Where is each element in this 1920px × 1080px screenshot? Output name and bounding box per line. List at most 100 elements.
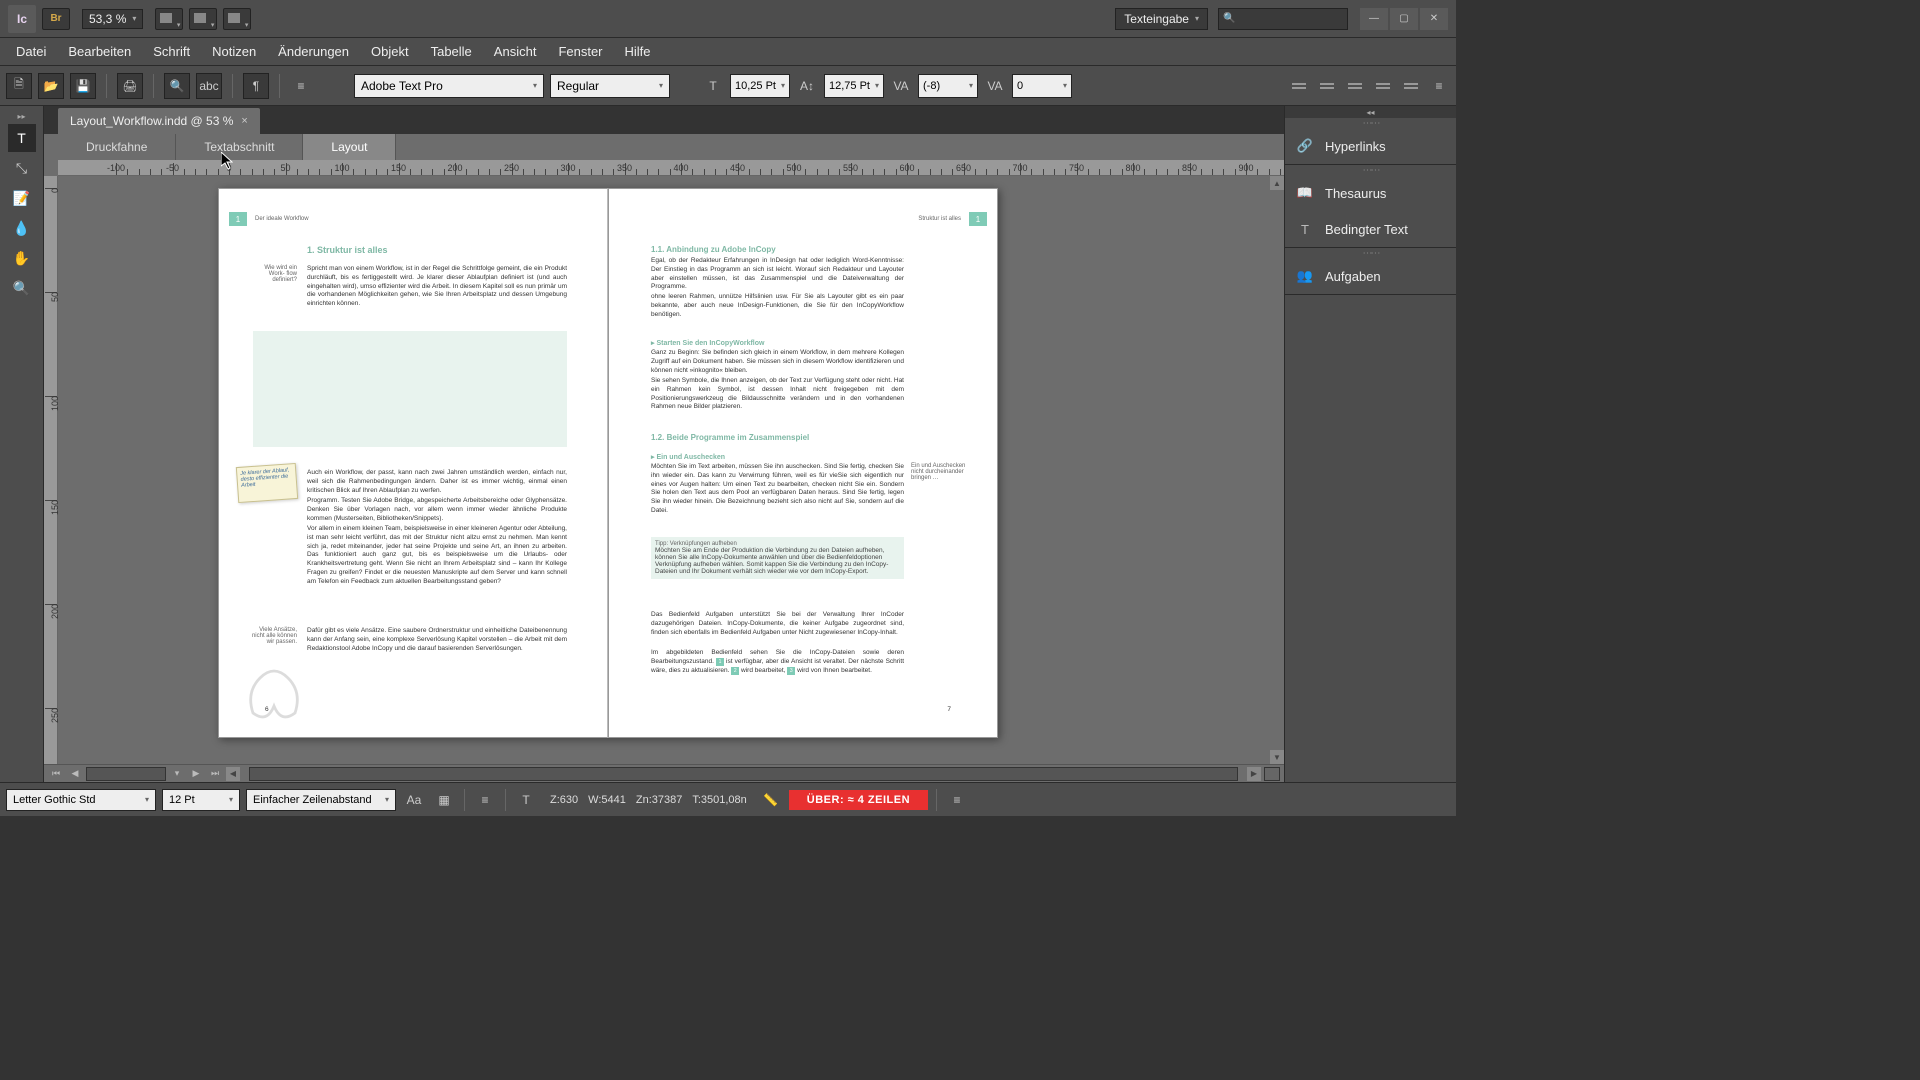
- horizontal-ruler[interactable]: -100-50050100150200250300350400450500550…: [58, 160, 1284, 176]
- open-button[interactable]: 📂: [38, 73, 64, 99]
- menu-objekt[interactable]: Objekt: [361, 40, 419, 63]
- menu-fenster[interactable]: Fenster: [548, 40, 612, 63]
- align-center-button[interactable]: [1316, 75, 1338, 97]
- viewtab-druckfahne[interactable]: Druckfahne: [58, 134, 176, 160]
- panel-menu-icon[interactable]: ≡: [290, 75, 312, 97]
- right-para-3[interactable]: Möchten Sie im Text arbeiten, müssen Sie…: [651, 463, 904, 516]
- menu-hilfe[interactable]: Hilfe: [615, 40, 661, 63]
- menu-bearbeiten[interactable]: Bearbeiten: [58, 40, 141, 63]
- zoom-level-select[interactable]: 53,3 %: [82, 9, 143, 29]
- window-minimize-button[interactable]: —: [1360, 8, 1388, 30]
- menu-datei[interactable]: Datei: [6, 40, 56, 63]
- hand-tool[interactable]: ✋: [8, 244, 36, 272]
- vertical-ruler[interactable]: 050100150200250: [44, 176, 58, 764]
- vscroll-down-button[interactable]: ▼: [1270, 750, 1284, 764]
- window-close-button[interactable]: ✕: [1420, 8, 1448, 30]
- left-para-2[interactable]: Auch ein Workflow, der passt, kann nach …: [307, 469, 567, 495]
- status-menu-icon[interactable]: ≡: [945, 789, 969, 811]
- anti-alias-icon[interactable]: Aa: [402, 789, 426, 811]
- sticky-note[interactable]: Je klarer der Ablauf, desto effizienter …: [236, 463, 298, 503]
- right-para-1[interactable]: Egal, ob der Redakteur Erfahrungen in In…: [651, 257, 904, 292]
- panel-aufgaben[interactable]: 👥 Aufgaben: [1285, 258, 1456, 294]
- left-para-5[interactable]: Dafür gibt es viele Ansätze. Eine sauber…: [307, 627, 567, 653]
- overset-indicator[interactable]: ÜBER: ≈ 4 ZEILEN: [789, 790, 928, 810]
- viewtab-textabschnitt[interactable]: Textabschnitt: [176, 134, 303, 160]
- right-para-2b[interactable]: Sie sehen Symbole, die Ihnen anzeigen, o…: [651, 377, 904, 412]
- right-para-5[interactable]: Im abgebildeten Bedienfeld sehen Sie die…: [651, 649, 904, 675]
- hscroll-right-button[interactable]: ▶: [1247, 767, 1261, 781]
- align-justify-all-button[interactable]: [1400, 75, 1422, 97]
- eyedropper-tool[interactable]: 💧: [8, 214, 36, 242]
- right-para-4[interactable]: Das Bedienfeld Aufgaben unterstützt Sie …: [651, 611, 904, 637]
- show-hidden-chars-button[interactable]: ¶: [243, 73, 269, 99]
- font-style-select[interactable]: Regular: [550, 74, 670, 98]
- note-tool[interactable]: 📝: [8, 184, 36, 212]
- font-family-select[interactable]: Adobe Text Pro: [354, 74, 544, 98]
- menu-ansicht[interactable]: Ansicht: [484, 40, 547, 63]
- font-size-input[interactable]: 10,25 Pt: [730, 74, 790, 98]
- align-justify-button[interactable]: [1372, 75, 1394, 97]
- menu-notizen[interactable]: Notizen: [202, 40, 266, 63]
- zoom-tool[interactable]: 🔍: [8, 274, 36, 302]
- print-button[interactable]: 🖨: [117, 73, 143, 99]
- page-right[interactable]: Struktur ist alles 1 1.1. Anbindung zu A…: [608, 188, 998, 738]
- kerning-input[interactable]: (-8): [918, 74, 978, 98]
- left-para-1[interactable]: Spricht man von einem Workflow, ist in d…: [307, 265, 567, 309]
- document-tab-close-button[interactable]: ×: [241, 115, 247, 127]
- page-number-input[interactable]: [86, 767, 166, 781]
- panel-thesaurus[interactable]: 📖 Thesaurus: [1285, 175, 1456, 211]
- align-right-button[interactable]: [1344, 75, 1366, 97]
- first-page-button[interactable]: ⏮: [48, 767, 64, 781]
- status-leading-mode-select[interactable]: Einfacher Zeilenabstand: [246, 789, 396, 811]
- tools-collapse-button[interactable]: ▸▸: [0, 110, 43, 122]
- split-view-toggle[interactable]: [1264, 767, 1280, 781]
- hscroll-left-button[interactable]: ◀: [226, 767, 240, 781]
- page-dropdown-button[interactable]: ▾: [169, 767, 185, 781]
- page-left[interactable]: 1 Der ideale Workflow 1. Struktur ist al…: [218, 188, 608, 738]
- menu-aenderungen[interactable]: Änderungen: [268, 40, 359, 63]
- tracking-input[interactable]: 0: [1012, 74, 1072, 98]
- right-para-1b[interactable]: ohne leeren Rahmen, unnütze Hilfslinien …: [651, 293, 904, 319]
- panel-hyperlinks[interactable]: 🔗 Hyperlinks: [1285, 128, 1456, 164]
- horizontal-scrollbar[interactable]: [249, 767, 1238, 781]
- left-para-4[interactable]: Vor allem in einem kleinen Team, beispie…: [307, 525, 567, 586]
- save-button[interactable]: 💾: [70, 73, 96, 99]
- find-button[interactable]: 🔍: [164, 73, 190, 99]
- view-mode-button-3[interactable]: [223, 8, 251, 30]
- new-button[interactable]: 🗎: [6, 73, 32, 99]
- panel-conditional-text[interactable]: T Bedingter Text: [1285, 211, 1456, 247]
- spellcheck-button[interactable]: abc: [196, 73, 222, 99]
- document-canvas[interactable]: ▲ ▼ 1 Der ideale Workflow 1. Struktur is…: [58, 176, 1284, 764]
- prev-page-button[interactable]: ◀: [67, 767, 83, 781]
- leading-input[interactable]: 12,75 Pt: [824, 74, 884, 98]
- column-icon[interactable]: ▦: [432, 789, 456, 811]
- right-para-2[interactable]: Ganz zu Beginn: Sie befinden sich gleich…: [651, 349, 904, 375]
- menu-tabelle[interactable]: Tabelle: [421, 40, 482, 63]
- bridge-button[interactable]: Br: [42, 8, 70, 30]
- align-left-button[interactable]: [1288, 75, 1310, 97]
- left-para-3[interactable]: Programm. Testen Sie Adobe Bridge, abges…: [307, 497, 567, 523]
- view-mode-button-1[interactable]: [155, 8, 183, 30]
- position-tool[interactable]: ⤡: [8, 154, 36, 182]
- type-tool[interactable]: T: [8, 124, 36, 152]
- left-accent-box[interactable]: [253, 331, 567, 447]
- help-search-input[interactable]: [1218, 8, 1348, 30]
- dock-collapse-button[interactable]: ◂◂: [1285, 106, 1456, 118]
- panel-grip[interactable]: [1285, 248, 1456, 258]
- menu-schrift[interactable]: Schrift: [143, 40, 200, 63]
- last-page-button[interactable]: ⏭: [207, 767, 223, 781]
- view-mode-button-2[interactable]: [189, 8, 217, 30]
- panel-grip[interactable]: [1285, 165, 1456, 175]
- viewtab-layout[interactable]: Layout: [303, 134, 396, 160]
- depth-icon[interactable]: 📏: [759, 789, 783, 811]
- panel-grip[interactable]: [1285, 118, 1456, 128]
- window-maximize-button[interactable]: ▢: [1390, 8, 1418, 30]
- tip-box[interactable]: Tipp: Verknüpfungen aufheben Möchten Sie…: [651, 537, 904, 579]
- status-font-select[interactable]: Letter Gothic Std: [6, 789, 156, 811]
- control-menu-icon[interactable]: ≡: [1428, 75, 1450, 97]
- document-tab[interactable]: Layout_Workflow.indd @ 53 % ×: [58, 108, 260, 134]
- next-page-button[interactable]: ▶: [188, 767, 204, 781]
- workspace-select[interactable]: Texteingabe: [1115, 8, 1208, 30]
- vscroll-up-button[interactable]: ▲: [1270, 176, 1284, 190]
- stats-menu-icon[interactable]: ≡: [473, 789, 497, 811]
